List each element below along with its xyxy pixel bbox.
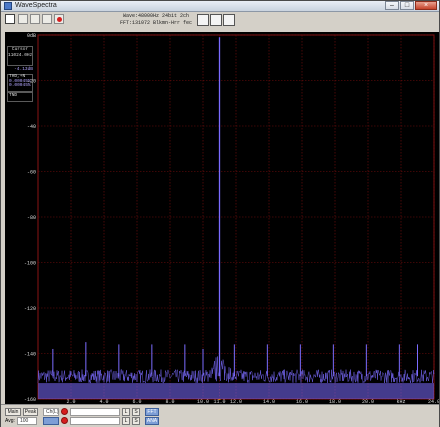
toolbar: Wave:48000Hz 24bit 2ch FFT:131072 Blkmn-… bbox=[1, 12, 439, 30]
pause-button[interactable] bbox=[42, 14, 52, 24]
settings-icon[interactable] bbox=[223, 14, 235, 26]
app-window: WaveSpectra – □ × Wave:48000Hz 24bit 2ch… bbox=[0, 0, 440, 427]
stereo-button-2[interactable]: S bbox=[132, 417, 140, 425]
noise-band bbox=[38, 383, 434, 399]
spectrum-view-icon[interactable] bbox=[210, 14, 222, 26]
main-button[interactable]: Main bbox=[5, 408, 21, 416]
level-meter-field bbox=[70, 408, 120, 416]
status-bar: Main Peak Ch(L) L S FFT Avg: 100 L S ANA bbox=[1, 404, 439, 427]
y-tick-label: -140 bbox=[24, 352, 36, 358]
stop-button[interactable] bbox=[30, 14, 40, 24]
y-tick-label: -120 bbox=[24, 306, 36, 312]
analyze-button[interactable]: ANA bbox=[145, 417, 159, 425]
y-tick-label: -160 bbox=[24, 397, 36, 403]
title-bar: WaveSpectra – □ × bbox=[1, 1, 439, 12]
window-title: WaveSpectra bbox=[15, 2, 57, 9]
minimize-icon[interactable]: – bbox=[385, 1, 399, 10]
play-button[interactable] bbox=[18, 14, 28, 24]
channel-field[interactable]: Ch(L) bbox=[43, 408, 59, 416]
peak-button[interactable]: Peak bbox=[23, 408, 38, 416]
y-tick-label: -40 bbox=[27, 124, 36, 130]
y-tick-label: -80 bbox=[27, 215, 36, 221]
spectrum-chart[interactable]: 0dB-20-40-60-80-100-120-140-160 2.0 4.0 6.0… bbox=[5, 32, 439, 404]
stereo-button[interactable]: S bbox=[132, 408, 140, 416]
left-channel-button-2[interactable]: L bbox=[122, 417, 130, 425]
y-tick-label: 0dB bbox=[27, 33, 36, 39]
record-button[interactable] bbox=[54, 14, 64, 24]
close-icon[interactable]: × bbox=[415, 1, 437, 10]
app-icon bbox=[4, 2, 12, 10]
left-channel-button[interactable]: L bbox=[122, 408, 130, 416]
y-tick-label: -60 bbox=[27, 170, 36, 176]
record-icon bbox=[57, 17, 62, 22]
y-tick-label: -20 bbox=[27, 79, 36, 85]
maximize-icon[interactable]: □ bbox=[400, 1, 414, 10]
wave-info: Wave:48000Hz 24bit 2ch bbox=[122, 13, 189, 19]
open-file-button[interactable] bbox=[5, 14, 15, 24]
ch-r-button[interactable] bbox=[43, 417, 59, 425]
level-indicator-icon bbox=[61, 408, 68, 415]
window-controls: – □ × bbox=[385, 1, 437, 11]
format-info: Wave:48000Hz 24bit 2ch FFT:131072 Blkmn-… bbox=[119, 13, 193, 28]
save-icon[interactable] bbox=[197, 14, 209, 26]
level-indicator-r-icon bbox=[61, 417, 68, 424]
fft-info: FFT:131072 Blkmn-Hrr fec bbox=[119, 20, 192, 26]
avg-select[interactable]: 100 bbox=[17, 417, 37, 425]
level-meter-r-field bbox=[70, 417, 120, 425]
fft-button[interactable]: FFT bbox=[145, 408, 159, 416]
avg-label: Avg: bbox=[5, 418, 15, 424]
plot-area: Cursor 11024.0Hz -4.13dB THD,+N 0.00045%… bbox=[5, 32, 439, 404]
y-tick-label: -100 bbox=[24, 261, 36, 267]
